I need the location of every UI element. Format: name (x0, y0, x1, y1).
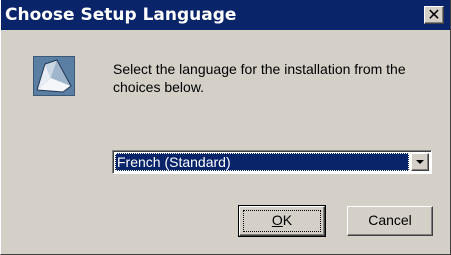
instruction-text: Select the language for the installation… (113, 61, 406, 95)
dropdown-button[interactable] (411, 153, 429, 171)
ok-button[interactable]: OK (238, 205, 326, 237)
language-select[interactable]: French (Standard) (112, 150, 432, 174)
title-bar[interactable]: Choose Setup Language ✕ (1, 0, 450, 30)
close-icon: ✕ (427, 5, 441, 24)
setup-app-icon (33, 56, 75, 96)
language-select-value[interactable]: French (Standard) (115, 153, 409, 171)
ok-label-rest: K (282, 212, 293, 228)
window-title: Choose Setup Language (5, 5, 237, 25)
cancel-label: Cancel (368, 212, 412, 228)
close-button[interactable]: ✕ (424, 6, 444, 24)
chevron-down-icon (416, 160, 424, 164)
setup-language-dialog: Choose Setup Language ✕ Select the langu… (0, 0, 451, 255)
cancel-button[interactable]: Cancel (347, 206, 433, 236)
ok-mnemonic: O (271, 212, 283, 228)
